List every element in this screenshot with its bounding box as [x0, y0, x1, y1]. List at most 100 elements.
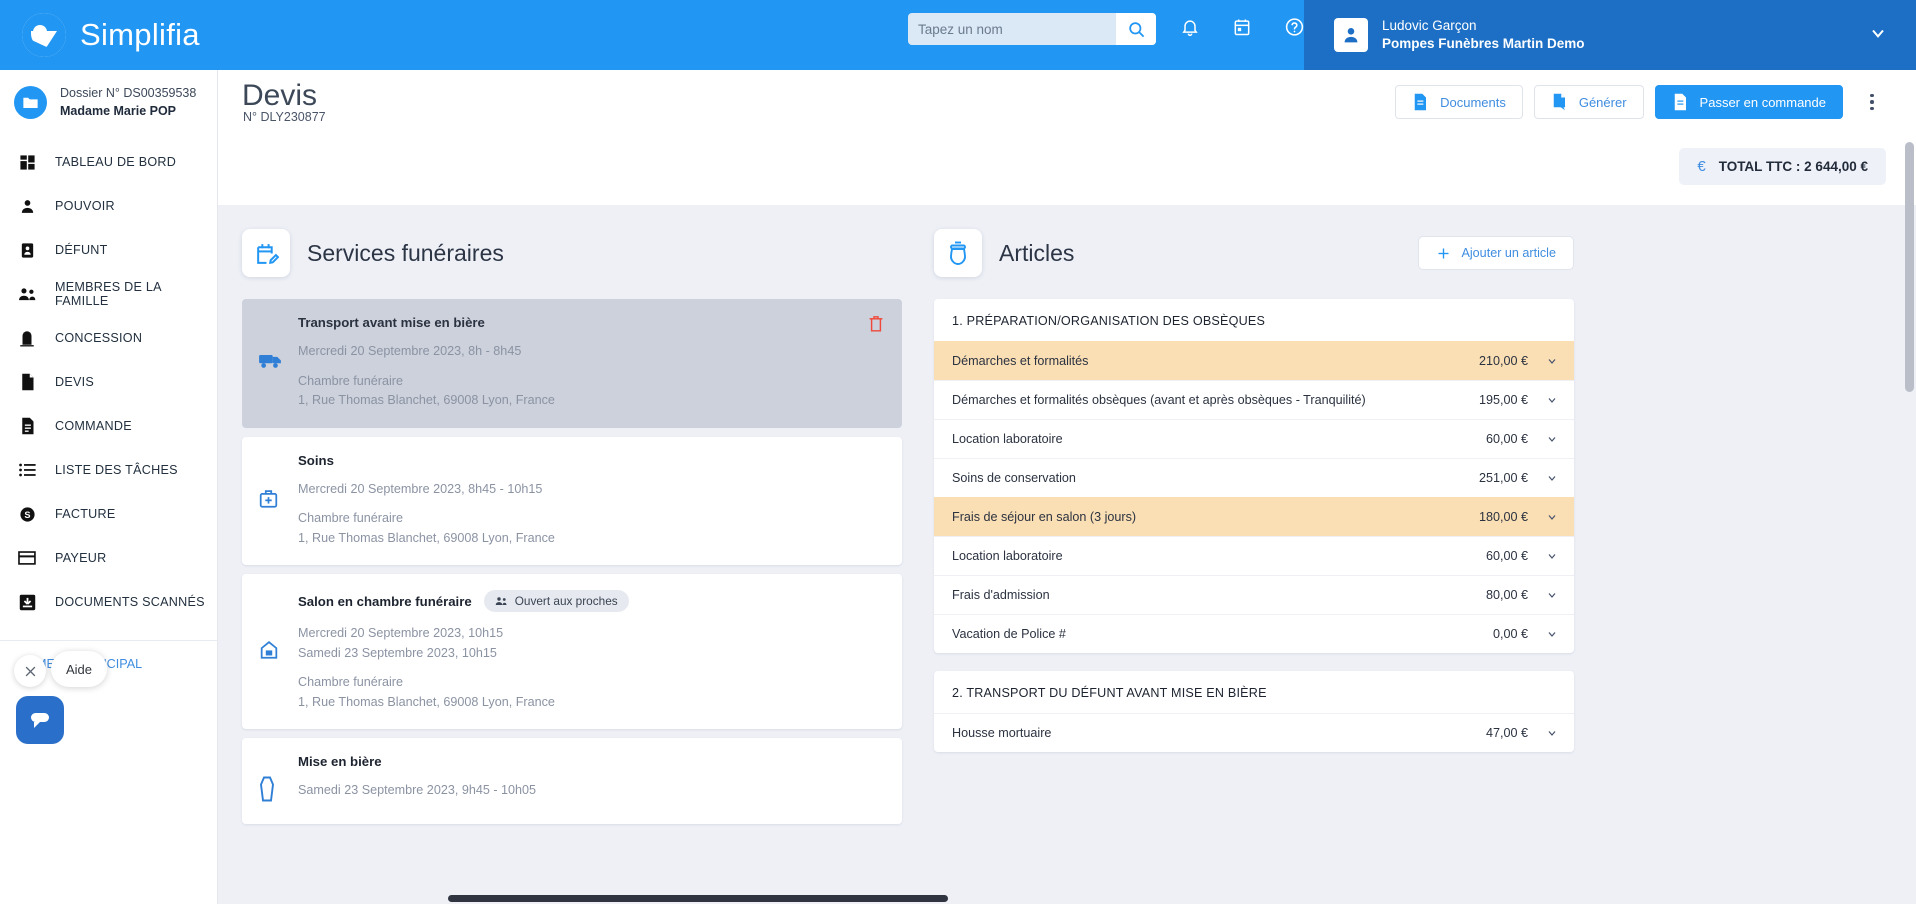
user-menu-toggle[interactable] — [1868, 23, 1888, 48]
service-card[interactable]: Mise en bière Samedi 23 Septembre 2023, … — [242, 738, 902, 825]
service-date: Mercredi 20 Septembre 2023, 10h15 — [298, 626, 504, 641]
chat-close-button[interactable] — [14, 655, 46, 687]
sidebar-item-label: DEVIS — [55, 375, 95, 390]
chevron-down-icon[interactable] — [1546, 355, 1558, 367]
user-organization: Pompes Funèbres Martin Demo — [1382, 36, 1585, 51]
sidebar-item-concession[interactable]: CONCESSION — [0, 316, 217, 360]
delete-service-button[interactable] — [868, 315, 884, 338]
sidebar-item-pouvoir[interactable]: POUVOIR — [0, 184, 217, 228]
service-card[interactable]: Transport avant mise en bière Mercredi 2… — [242, 299, 902, 428]
article-price: 60,00 € — [1485, 549, 1528, 563]
user-name: Ludovic Garçon — [1382, 18, 1477, 34]
article-price: 180,00 € — [1478, 510, 1528, 524]
service-date: Samedi 23 Septembre 2023, 9h45 - 10h05 — [298, 783, 537, 798]
service-card[interactable]: Salon en chambre funéraire Ouvert aux pr… — [242, 574, 902, 730]
scan-download-icon — [16, 594, 38, 611]
urn-icon — [934, 229, 982, 277]
generer-button[interactable]: Générer — [1533, 85, 1644, 119]
add-article-button[interactable]: Ajouter un article — [1418, 236, 1574, 270]
search-icon — [1128, 21, 1144, 37]
van-icon — [258, 351, 282, 376]
chevron-down-icon[interactable] — [1546, 550, 1558, 562]
sidebar-item-liste-des-taches[interactable]: LISTE DES TÂCHES — [0, 448, 217, 492]
service-place: Chambre funéraire — [298, 675, 403, 690]
services-panel-header: Services funéraires — [242, 229, 902, 277]
service-name-text: Transport avant mise en bière — [298, 315, 485, 330]
chevron-down-icon[interactable] — [1546, 511, 1558, 523]
article-price: 195,00 € — [1478, 393, 1528, 407]
dossier-summary[interactable]: Dossier N° DS00359538 Madame Marie POP — [0, 70, 217, 136]
service-name-text: Salon en chambre funéraire — [298, 593, 472, 609]
chevron-down-icon[interactable] — [1546, 589, 1558, 601]
search-input[interactable] — [908, 21, 1116, 37]
article-name: Housse mortuaire — [952, 726, 1052, 740]
brand-logo-area[interactable]: Simplifia — [0, 13, 268, 57]
article-row[interactable]: Housse mortuaire 47,00 € — [934, 713, 1574, 752]
documents-button[interactable]: Documents — [1395, 85, 1523, 119]
chat-launcher-button[interactable] — [16, 696, 64, 744]
header-icon-group — [1178, 14, 1306, 40]
sidebar-item-defunt[interactable]: DÉFUNT — [0, 228, 217, 272]
article-section-title: 1. PRÉPARATION/ORGANISATION DES OBSÈQUES — [952, 314, 1266, 328]
chevron-down-icon[interactable] — [1546, 394, 1558, 406]
dashboard-icon — [16, 154, 38, 171]
chevron-down-icon[interactable] — [1546, 628, 1558, 640]
search-button[interactable] — [1116, 13, 1156, 45]
page-subtitle: N° DLY230877 — [243, 110, 326, 124]
article-name: Démarches et formalités — [952, 354, 1089, 368]
calendar-edit-icon — [242, 229, 290, 277]
article-row[interactable]: Démarches et formalités 210,00 € — [934, 341, 1574, 380]
service-place: Chambre funéraire — [298, 373, 403, 388]
medical-kit-icon — [258, 487, 279, 514]
folder-icon — [14, 85, 47, 119]
search-box[interactable] — [908, 13, 1156, 45]
sidebar-item-documents-scannes[interactable]: DOCUMENTS SCANNÉS — [0, 580, 217, 624]
service-card[interactable]: Soins Mercredi 20 Septembre 2023, 8h45 -… — [242, 436, 902, 566]
article-row[interactable]: Location laboratoire 60,00 € — [934, 536, 1574, 575]
article-row[interactable]: Frais d'admission 80,00 € — [934, 575, 1574, 614]
add-article-label: Ajouter un article — [1461, 246, 1556, 260]
chevron-down-icon — [1872, 29, 1884, 38]
service-date: Mercredi 20 Septembre 2023, 8h45 - 10h15 — [298, 481, 543, 496]
articles-panel-title: Articles — [999, 239, 1075, 266]
sidebar-item-payeur[interactable]: PAYEUR — [0, 536, 217, 580]
document-generate-icon — [1553, 93, 1566, 111]
more-options-button[interactable] — [1858, 85, 1886, 119]
trash-icon — [869, 316, 883, 332]
horizontal-scrollbar[interactable] — [448, 895, 948, 902]
article-price: 210,00 € — [1478, 354, 1528, 368]
credit-card-icon — [16, 551, 38, 565]
chat-help-label[interactable]: Aide — [51, 651, 108, 687]
article-name: Location laboratoire — [952, 432, 1063, 446]
user-profile-menu[interactable]: Ludovic Garçon Pompes Funèbres Martin De… — [1304, 0, 1916, 70]
vertical-scrollbar[interactable] — [1905, 142, 1914, 392]
list-icon — [16, 463, 38, 477]
service-address: 1, Rue Thomas Blanchet, 69008 Lyon, Fran… — [298, 393, 555, 408]
sidebar-item-devis[interactable]: DEVIS — [0, 360, 217, 404]
sidebar-item-tableau-de-bord[interactable]: TABLEAU DE BORD — [0, 140, 217, 184]
article-row[interactable]: Démarches et formalités obsèques (avant … — [934, 380, 1574, 419]
chevron-down-icon[interactable] — [1546, 727, 1558, 739]
service-name: Salon en chambre funéraire Ouvert aux pr… — [298, 590, 884, 613]
main-content: Devis N° DLY230877 Documents Générer Pas… — [218, 70, 1916, 904]
sidebar-item-membres-de-la-famille[interactable]: MEMBRES DE LA FAMILLE — [0, 272, 217, 316]
bell-icon — [1182, 20, 1198, 37]
article-row[interactable]: Location laboratoire 60,00 € — [934, 419, 1574, 458]
passer-en-commande-button[interactable]: Passer en commande — [1654, 85, 1843, 119]
article-name: Soins de conservation — [952, 471, 1076, 485]
sidebar-item-label: FACTURE — [55, 507, 116, 522]
sidebar-item-commande[interactable]: COMMANDE — [0, 404, 217, 448]
help-button[interactable] — [1282, 14, 1306, 40]
notifications-button[interactable] — [1178, 14, 1202, 40]
tombstone-icon — [16, 329, 38, 347]
article-row[interactable]: Frais de séjour en salon (3 jours) 180,0… — [934, 497, 1574, 536]
sidebar-item-facture[interactable]: S FACTURE — [0, 492, 217, 536]
chevron-down-icon[interactable] — [1546, 472, 1558, 484]
article-name: Location laboratoire — [952, 549, 1063, 563]
document-icon — [1414, 93, 1427, 111]
article-row[interactable]: Soins de conservation 251,00 € — [934, 458, 1574, 497]
chevron-down-icon[interactable] — [1546, 433, 1558, 445]
person-icon — [16, 198, 38, 215]
calendar-button[interactable] — [1230, 14, 1254, 40]
article-row[interactable]: Vacation de Police # 0,00 € — [934, 614, 1574, 653]
